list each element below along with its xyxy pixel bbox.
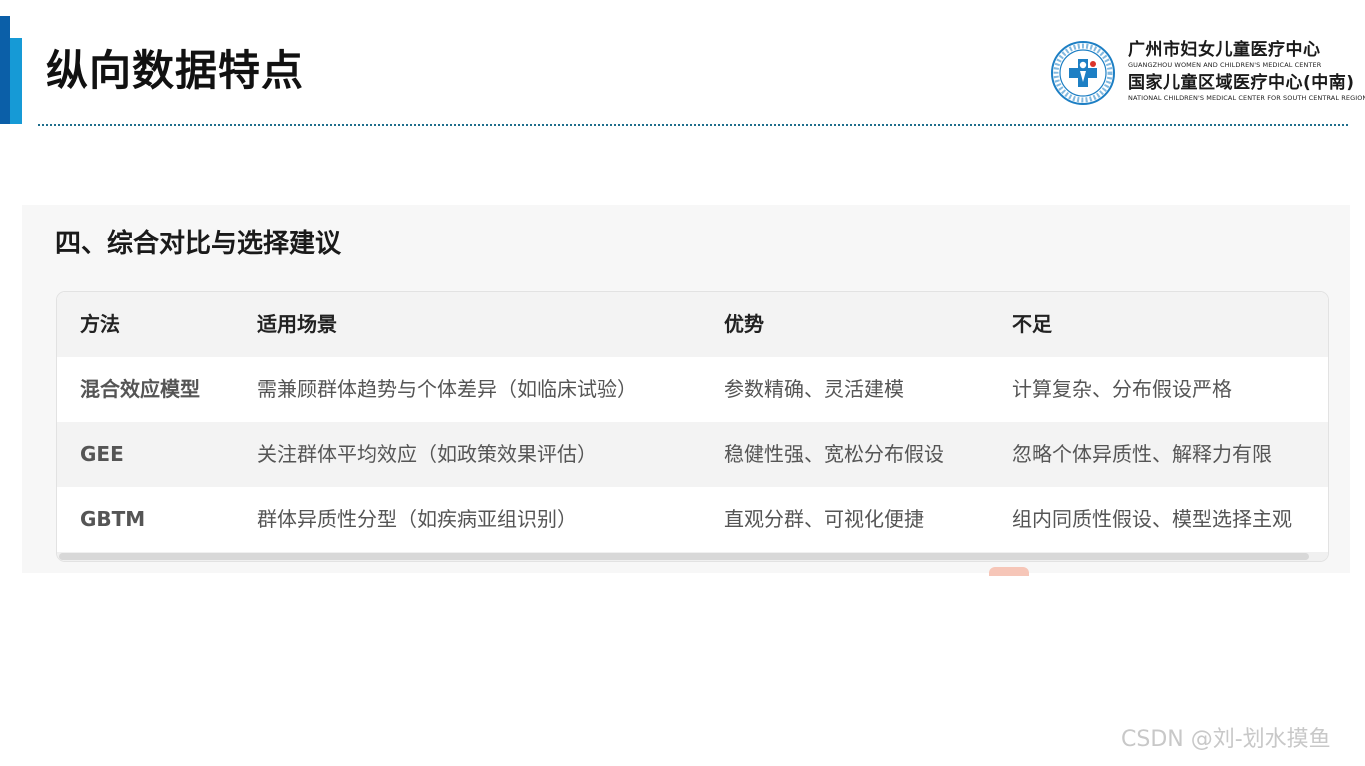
row-limitations: 忽略个体异质性、解释力有限 <box>1012 442 1272 466</box>
hospital-logo-icon <box>1051 41 1115 105</box>
header-cell-limitations: 不足 <box>1012 312 1052 336</box>
row-limitations: 计算复杂、分布假设严格 <box>1012 377 1232 401</box>
row-scenario: 关注群体平均效应（如政策效果评估） <box>257 442 597 466</box>
row-method: 混合效应模型 <box>80 377 200 401</box>
header-cell-method: 方法 <box>80 312 120 336</box>
row-method: GBTM <box>80 507 146 531</box>
scrollbar-thumb[interactable] <box>59 553 1309 560</box>
header-cell-advantages: 优势 <box>724 312 764 336</box>
watermark: CSDN @刘-划水摸鱼 <box>1121 727 1331 752</box>
table-row: 混合效应模型 需兼顾群体趋势与个体差异（如临床试验） 参数精确、灵活建模 计算复… <box>57 357 1328 422</box>
row-advantages: 稳健性强、宽松分布假设 <box>724 442 944 466</box>
comparison-table: 方法 适用场景 优势 不足 混合效应模型 需兼顾群体趋势与个体差异（如临床试验）… <box>56 291 1329 562</box>
national-center-name-en: NATIONAL CHILDREN'S MEDICAL CENTER FOR S… <box>1128 93 1365 102</box>
row-limitations: 组内同质性假设、模型选择主观 <box>1012 507 1292 531</box>
title-accent-bar-light <box>10 38 22 124</box>
table-horizontal-scrollbar[interactable] <box>57 552 1328 561</box>
row-method: GEE <box>80 442 124 466</box>
hospital-name-block: 广州市妇女儿童医疗中心 GUANGZHOU WOMEN AND CHILDREN… <box>1128 40 1365 102</box>
row-advantages: 直观分群、可视化便捷 <box>724 507 924 531</box>
hospital-name-en: GUANGZHOU WOMEN AND CHILDREN'S MEDICAL C… <box>1128 61 1322 69</box>
row-scenario: 群体异质性分型（如疾病亚组识别） <box>257 507 577 531</box>
header-cell-scenario: 适用场景 <box>257 312 337 336</box>
hospital-name-cn: 广州市妇女儿童医疗中心 <box>1128 40 1321 60</box>
row-advantages: 参数精确、灵活建模 <box>724 377 904 401</box>
title-accent-bar-dark <box>0 16 10 124</box>
table-row: GEE 关注群体平均效应（如政策效果评估） 稳健性强、宽松分布假设 忽略个体异质… <box>57 422 1328 487</box>
title-divider <box>38 124 1348 126</box>
national-center-name-cn: 国家儿童区域医疗中心(中南) <box>1128 72 1355 93</box>
table-header-row: 方法 适用场景 优势 不足 <box>57 292 1328 357</box>
table-row: GBTM 群体异质性分型（如疾病亚组识别） 直观分群、可视化便捷 组内同质性假设… <box>57 487 1328 552</box>
section-title: 四、综合对比与选择建议 <box>55 229 342 259</box>
slide-title: 纵向数据特点 <box>46 46 305 95</box>
decorative-tab-blip <box>989 567 1029 576</box>
row-scenario: 需兼顾群体趋势与个体差异（如临床试验） <box>257 377 637 401</box>
